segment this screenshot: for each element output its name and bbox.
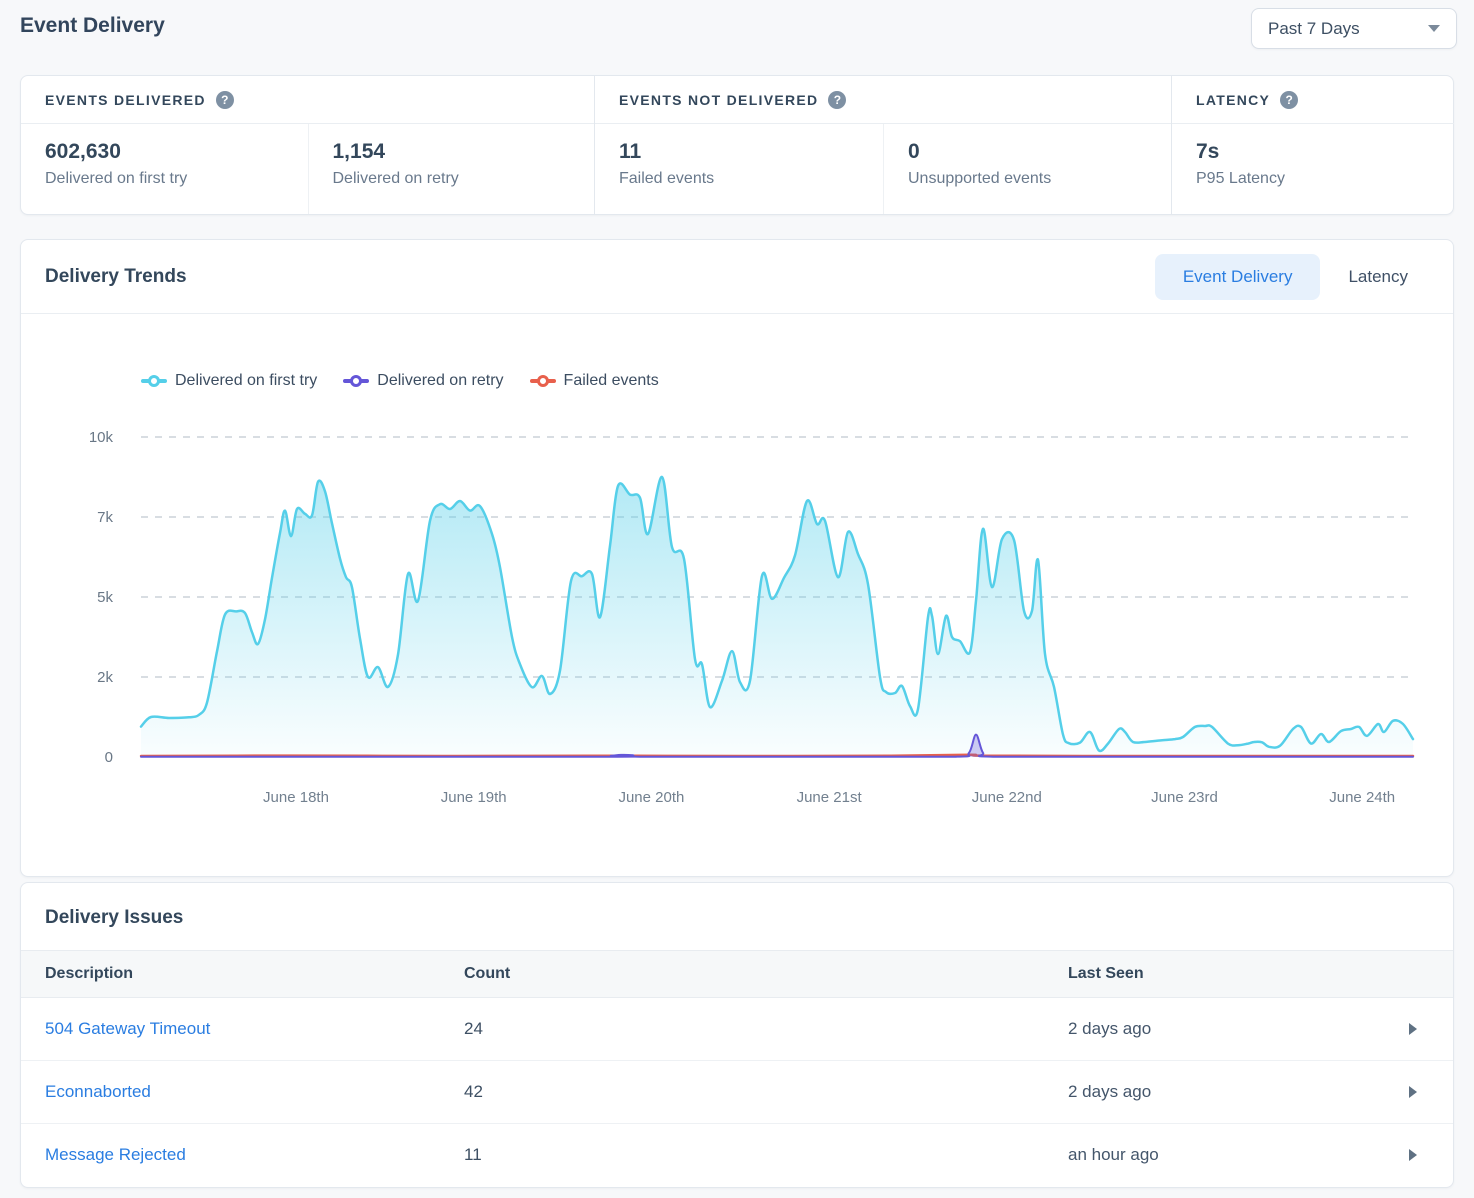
metric-label: Failed events	[619, 170, 859, 188]
svg-text:June 18th: June 18th	[263, 789, 329, 806]
stat-group-delivered: EVENTS DELIVERED ? 602,630 Delivered on …	[21, 76, 594, 214]
chevron-right-icon[interactable]	[1409, 1086, 1417, 1098]
stat-group-label: EVENTS NOT DELIVERED	[619, 92, 818, 108]
stat-group-latency: LATENCY ? 7s P95 Latency	[1171, 76, 1454, 214]
tab-latency[interactable]: Latency	[1320, 254, 1436, 300]
help-icon[interactable]: ?	[828, 91, 846, 109]
table-row[interactable]: 504 Gateway Timeout 24 2 days ago	[21, 998, 1453, 1060]
svg-text:June 19th: June 19th	[441, 789, 507, 806]
delivery-trends-chart[interactable]: 10k 7k 5k 2k 0 June 18th June 19th June 20th Jun…	[21, 421, 1453, 821]
svg-text:June 23rd: June 23rd	[1151, 789, 1218, 806]
stat-group-label: LATENCY	[1196, 92, 1270, 108]
delivery-issues-card: Delivery Issues Description Count Last S…	[20, 882, 1454, 1188]
issue-count: 24	[464, 1019, 1068, 1039]
metric-value: 11	[619, 140, 859, 164]
trends-title: Delivery Trends	[45, 266, 187, 288]
metric-value: 0	[908, 140, 1147, 164]
page-title: Event Delivery	[20, 14, 165, 38]
issue-link[interactable]: 504 Gateway Timeout	[45, 1019, 210, 1038]
issues-title: Delivery Issues	[21, 883, 1453, 950]
issue-count: 11	[464, 1145, 1068, 1165]
stats-card: EVENTS DELIVERED ? 602,630 Delivered on …	[20, 75, 1454, 215]
metric-value: 602,630	[45, 140, 284, 164]
svg-text:0: 0	[105, 749, 113, 766]
chart-legend: Delivered on first try Delivered on retr…	[141, 371, 1453, 390]
trend-chart-svg: 10k 7k 5k 2k 0 June 18th June 19th June 20th Jun…	[21, 421, 1458, 821]
col-last-seen: Last Seen	[1068, 965, 1409, 983]
issue-last-seen: 2 days ago	[1068, 1082, 1409, 1102]
svg-text:June 20th: June 20th	[618, 789, 684, 806]
svg-text:June 22nd: June 22nd	[972, 789, 1042, 806]
issues-table-header: Description Count Last Seen	[21, 950, 1453, 998]
metric-label: Unsupported events	[908, 170, 1147, 188]
issue-link[interactable]: Econnaborted	[45, 1082, 151, 1101]
metric-label: Delivered on retry	[333, 170, 571, 188]
chevron-right-icon[interactable]	[1409, 1023, 1417, 1035]
legend-label: Delivered on retry	[377, 372, 503, 390]
legend-label: Failed events	[564, 372, 659, 390]
col-count: Count	[464, 965, 1068, 983]
metric-first-try: 602,630 Delivered on first try	[21, 124, 308, 214]
issue-last-seen: an hour ago	[1068, 1145, 1409, 1165]
table-row[interactable]: Econnaborted 42 2 days ago	[21, 1060, 1453, 1123]
chevron-down-icon	[1428, 25, 1440, 32]
issue-link[interactable]: Message Rejected	[45, 1145, 186, 1164]
date-range-select[interactable]: Past 7 Days	[1251, 8, 1457, 49]
legend-item-retry[interactable]: Delivered on retry	[343, 372, 503, 390]
metric-failed: 11 Failed events	[595, 124, 883, 214]
trends-tabs: Event Delivery Latency	[1155, 254, 1436, 300]
tab-event-delivery[interactable]: Event Delivery	[1155, 254, 1321, 300]
metric-label: P95 Latency	[1196, 170, 1430, 188]
top-bar: Event Delivery Past 7 Days	[0, 0, 1474, 57]
metric-label: Delivered on first try	[45, 170, 284, 188]
stat-group-not-delivered: EVENTS NOT DELIVERED ? 11 Failed events …	[594, 76, 1171, 214]
help-icon[interactable]: ?	[1280, 91, 1298, 109]
legend-marker-icon	[530, 375, 556, 387]
metric-unsupported: 0 Unsupported events	[883, 124, 1171, 214]
metric-value: 7s	[1196, 140, 1430, 164]
metric-p95-latency: 7s P95 Latency	[1172, 124, 1454, 214]
date-range-value: Past 7 Days	[1268, 19, 1360, 39]
issue-last-seen: 2 days ago	[1068, 1019, 1409, 1039]
help-icon[interactable]: ?	[216, 91, 234, 109]
event-delivery-page: Event Delivery Past 7 Days EVENTS DELIVE…	[0, 0, 1474, 1198]
legend-marker-icon	[141, 375, 167, 387]
chevron-right-icon[interactable]	[1409, 1149, 1417, 1161]
legend-label: Delivered on first try	[175, 372, 317, 390]
svg-text:June 21st: June 21st	[797, 789, 863, 806]
col-description: Description	[45, 965, 464, 983]
legend-item-failed[interactable]: Failed events	[530, 372, 659, 390]
metric-retry: 1,154 Delivered on retry	[308, 124, 595, 214]
metric-value: 1,154	[333, 140, 571, 164]
svg-text:7k: 7k	[97, 509, 113, 526]
legend-item-first-try[interactable]: Delivered on first try	[141, 372, 317, 390]
issue-count: 42	[464, 1082, 1068, 1102]
delivery-trends-card: Delivery Trends Event Delivery Latency D…	[20, 239, 1454, 877]
svg-text:June 24th: June 24th	[1329, 789, 1395, 806]
legend-marker-icon	[343, 375, 369, 387]
svg-text:5k: 5k	[97, 589, 113, 606]
stat-group-label: EVENTS DELIVERED	[45, 92, 206, 108]
svg-text:10k: 10k	[89, 429, 114, 446]
table-row[interactable]: Message Rejected 11 an hour ago	[21, 1123, 1453, 1186]
svg-text:2k: 2k	[97, 669, 113, 686]
